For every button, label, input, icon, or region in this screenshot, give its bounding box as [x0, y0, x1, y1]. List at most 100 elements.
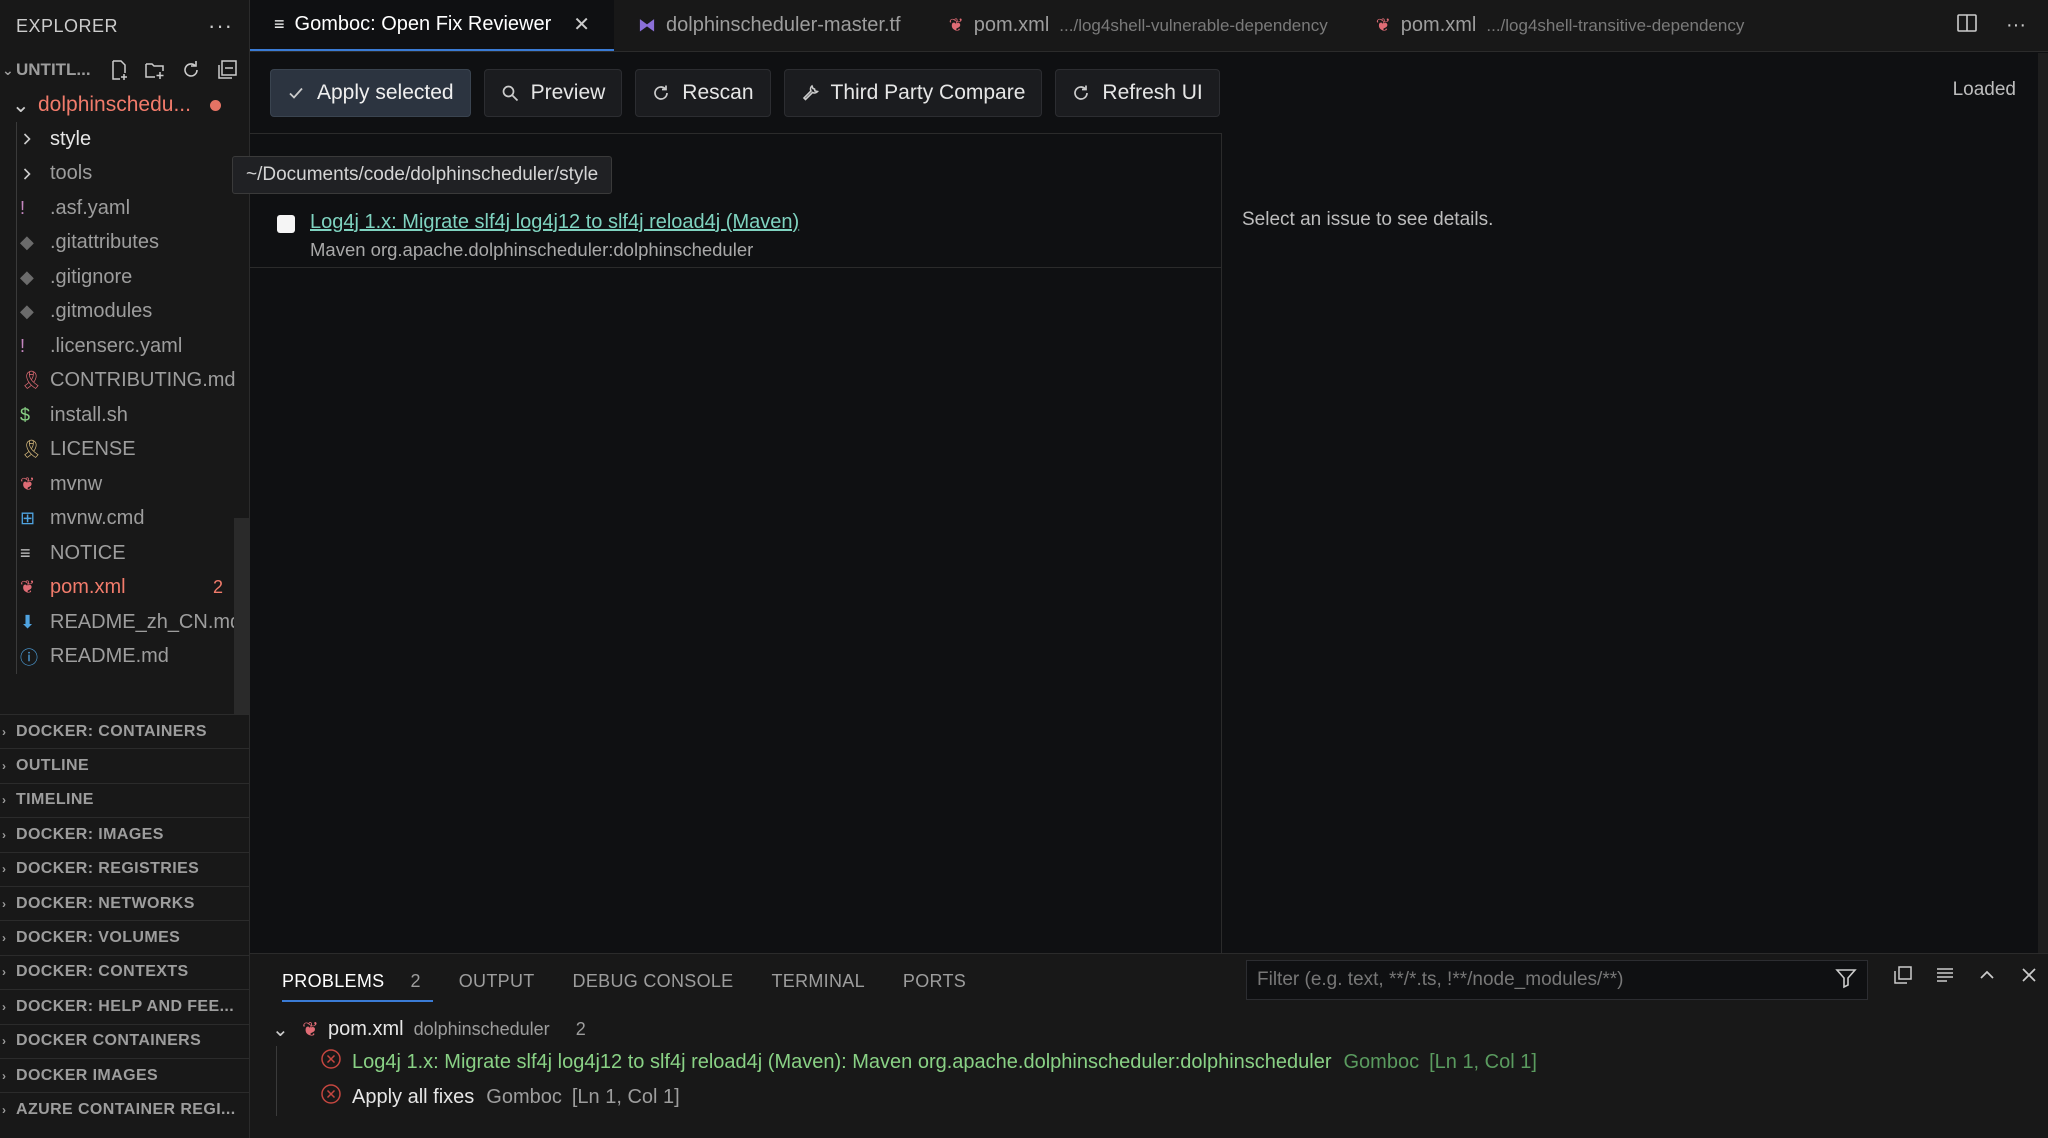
tree-file[interactable]: $ install.sh	[0, 398, 249, 433]
tab-description: .../log4shell-transitive-dependency	[1486, 15, 1745, 35]
editor-tab[interactable]: ⧓ dolphinscheduler-master.tf	[614, 0, 925, 51]
issue-title-link[interactable]: Log4j 1.x: Migrate slf4j log4j12 to slf4…	[310, 211, 799, 234]
maximize-panel-icon[interactable]	[1976, 964, 1998, 986]
rescan-button[interactable]: Rescan	[635, 69, 771, 117]
filter-input[interactable]	[1257, 969, 1835, 991]
view-as-list-icon[interactable]	[1934, 964, 1956, 986]
more-actions-icon[interactable]: ···	[2006, 14, 2026, 37]
git-icon: ◆	[20, 301, 34, 322]
sidebar-panel-header[interactable]: › DOCKER: VOLUMES	[0, 920, 250, 954]
git-icon: ◆	[20, 232, 34, 253]
preview-button[interactable]: Preview	[483, 69, 623, 117]
panel-tab-terminal[interactable]: TERMINAL	[771, 954, 864, 1008]
problem-item[interactable]: Apply all fixes Gomboc [Ln 1, Col 1]	[320, 1081, 680, 1113]
tree-item-label: install.sh	[50, 403, 128, 426]
workspace-header[interactable]: ⌄ UNTITL...	[0, 52, 249, 88]
problems-filter[interactable]	[1246, 960, 1868, 1000]
tree-file[interactable]: ⊞ mvnw.cmd	[0, 502, 249, 537]
editor-actions: ···	[1956, 0, 2048, 51]
tree-item-label: README.md	[50, 645, 169, 668]
tree-file[interactable]: 🎗 LICENSE	[0, 433, 249, 468]
chevron-right-icon: ›	[2, 965, 7, 980]
tree-file[interactable]: ◆ .gitattributes	[0, 226, 249, 261]
tree-folder[interactable]: style	[0, 122, 249, 157]
sidebar-panel-header[interactable]: › DOCKER: IMAGES	[0, 817, 250, 851]
new-file-icon[interactable]	[107, 58, 131, 82]
sidebar-panel-header[interactable]: › DOCKER: REGISTRIES	[0, 851, 250, 886]
refresh-icon[interactable]	[179, 58, 203, 82]
third-party-compare-button[interactable]: Third Party Compare	[783, 69, 1043, 117]
collapse-all-icon[interactable]	[215, 58, 239, 82]
panel-title: TIMELINE	[16, 791, 94, 809]
issue-detail: Select an issue to see details.	[1222, 133, 2040, 953]
tree-file[interactable]: ≡ NOTICE	[0, 536, 249, 571]
root-folder[interactable]: ⌄ dolphinschedu...	[0, 88, 249, 122]
tree-file[interactable]: ⬇ README_zh_CN.md	[0, 605, 249, 640]
sidebar-panel-header[interactable]: › DOCKER: HELP AND FEE...	[0, 989, 250, 1023]
tree-item-label: .asf.yaml	[50, 196, 131, 219]
collapse-all-icon[interactable]	[1892, 964, 1914, 986]
sidebar-panel-header[interactable]: › OUTLINE	[0, 748, 250, 782]
tree-file[interactable]: ! .asf.yaml	[0, 191, 249, 226]
panel-title: DOCKER IMAGES	[16, 1066, 159, 1084]
lines-icon: ≡	[20, 542, 31, 563]
windows-icon: ⊞	[20, 508, 36, 529]
panel-tab-problems[interactable]: PROBLEMS 2	[282, 954, 433, 1008]
tree-file[interactable]: ◆ .gitignore	[0, 260, 249, 295]
editor-tab[interactable]: ❦ pom.xml .../log4shell-vulnerable-depende…	[925, 0, 1352, 51]
split-editor-icon[interactable]	[1956, 12, 1978, 40]
tab-label: dolphinscheduler-master.tf	[666, 14, 901, 36]
refresh-ui-label: Refresh UI	[1102, 81, 1203, 104]
sidebar-panel-header[interactable]: › TIMELINE	[0, 782, 250, 817]
tree-item-label: pom.xml	[50, 576, 126, 599]
explorer-title: EXPLORER	[16, 15, 119, 36]
chevron-right-icon	[20, 167, 50, 181]
explorer-sidebar: EXPLORER ··· ⌄ UNTITL... ⌄ dolphinschedu…	[0, 0, 250, 1138]
apply-selected-button[interactable]: Apply selected	[270, 69, 471, 117]
panel-tab-output[interactable]: OUTPUT	[459, 954, 535, 1008]
refresh-ui-button[interactable]: Refresh UI	[1055, 69, 1220, 117]
sidebar-scrollbar[interactable]	[234, 518, 250, 714]
editor-scrollbar[interactable]	[2038, 53, 2048, 953]
sidebar-panel-header[interactable]: › DOCKER IMAGES	[0, 1057, 250, 1092]
problem-item[interactable]: Log4j 1.x: Migrate slf4j log4j12 to slf4…	[320, 1046, 1537, 1078]
panel-tab-label: PROBLEMS	[282, 970, 385, 991]
new-folder-icon[interactable]	[143, 58, 167, 82]
filter-icon[interactable]	[1835, 967, 1857, 994]
editor-tab[interactable]: ≡ Gomboc: Open Fix Reviewer ✕	[250, 0, 615, 51]
sidebar-panel-header[interactable]: › DOCKER: CONTEXTS	[0, 954, 250, 989]
more-actions-icon[interactable]: ···	[208, 13, 233, 39]
vscode-window: EXPLORER ··· ⌄ UNTITL... ⌄ dolphinschedu…	[0, 0, 2048, 1138]
editor-tab[interactable]: ❦ pom.xml .../log4shell-transitive-depende…	[1352, 0, 1769, 51]
sidebar-panel-header[interactable]: › DOCKER CONTAINERS	[0, 1023, 250, 1058]
problem-group[interactable]: ⌄ ❦ pom.xml dolphinscheduler 2	[272, 1014, 586, 1044]
panel-title: DOCKER: IMAGES	[16, 825, 164, 843]
tree-file[interactable]: ❦ pom.xml 2	[0, 571, 249, 606]
panel-tab-ports[interactable]: PORTS	[903, 954, 966, 1008]
tree-item-label: .gitattributes	[50, 231, 159, 254]
tree-file[interactable]: ! .licenserc.yaml	[0, 329, 249, 364]
chevron-right-icon: ›	[2, 1034, 7, 1049]
tree-file[interactable]: ⓘ README.md	[0, 640, 249, 675]
panel-tab-debug-console[interactable]: DEBUG CONSOLE	[573, 954, 734, 1008]
close-icon[interactable]: ✕	[573, 12, 590, 37]
tree-file[interactable]: ❦ mvnw	[0, 467, 249, 502]
panel-tab-label: OUTPUT	[458, 970, 535, 991]
rescan-label: Rescan	[682, 81, 754, 104]
tree-folder[interactable]: tools	[0, 157, 249, 192]
tree-item-label: NOTICE	[50, 541, 126, 564]
sidebar-panel-header[interactable]: › AZURE CONTAINER REGI...	[0, 1092, 250, 1126]
tree-item-label: mvnw.cmd	[50, 507, 145, 530]
chevron-right-icon: ›	[2, 999, 7, 1014]
detail-hint: Select an issue to see details.	[1242, 209, 1494, 230]
tree-file[interactable]: ◆ .gitmodules	[0, 295, 249, 330]
close-panel-icon[interactable]	[2018, 964, 2040, 986]
sidebar-panel-header[interactable]: › DOCKER: NETWORKS	[0, 885, 250, 920]
chevron-right-icon: ›	[2, 862, 7, 877]
info-icon: ⓘ	[20, 647, 38, 668]
issue-checkbox[interactable]	[277, 215, 295, 233]
tab-label: pom.xml	[973, 14, 1050, 36]
tree-file[interactable]: 🎗 CONTRIBUTING.md	[0, 364, 249, 399]
sidebar-panel-header[interactable]: › DOCKER: CONTAINERS	[0, 714, 250, 748]
wrench-icon	[802, 84, 819, 101]
